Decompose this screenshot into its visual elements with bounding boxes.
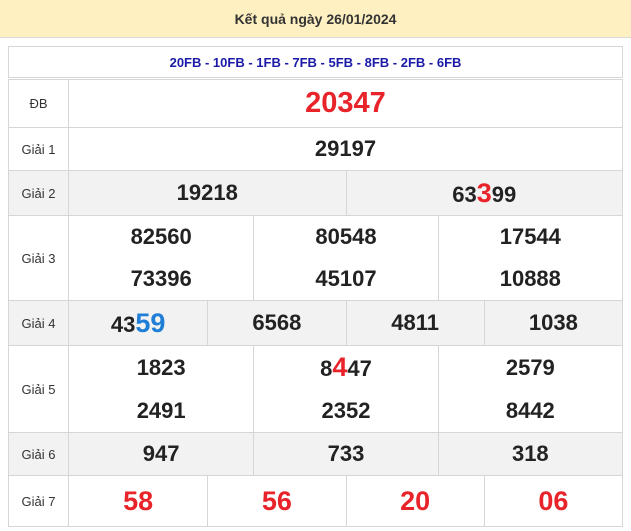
prize-db-cell: 20347 xyxy=(68,79,623,128)
prize-g5-number: 2491 xyxy=(136,397,186,423)
prize-g5-number: 2579 xyxy=(505,354,555,380)
prize-g4-cell-3: 4811 xyxy=(345,301,484,345)
prize-g6-cell-3: 318 xyxy=(437,433,622,475)
prize-label-g3: Giải 3 xyxy=(8,215,69,301)
prize-g7-cell: 58 56 20 06 xyxy=(68,475,623,527)
prize-g5-number: 1823 xyxy=(136,354,186,380)
row-g4: Giải 4 4359 6568 4811 1038 xyxy=(8,300,623,346)
prize-g7-cell-4: 06 xyxy=(483,476,622,526)
prize-g7-cell-1: 58 xyxy=(69,476,207,526)
number-part: 63 xyxy=(452,181,477,207)
row-g1: Giải 1 29197 xyxy=(8,127,623,171)
prize-g5-cell: 1823 8447 2579 2491 2352 8442 xyxy=(68,345,623,433)
number-part: 99 xyxy=(491,181,517,207)
prize-db-number: 20347 xyxy=(305,87,386,119)
prize-g4-cell: 4359 6568 4811 1038 xyxy=(68,300,623,346)
prize-label-g4: Giải 4 xyxy=(8,300,69,346)
lottery-results: Kết quả ngày 26/01/2024 20FB - 10FB - 1F… xyxy=(0,0,631,531)
prize-g5-cell-1: 1823 xyxy=(69,346,253,389)
prize-g2-cell-2: 63399 xyxy=(345,171,623,215)
prize-g3-cell-3: 17544 xyxy=(437,216,622,258)
prize-g5-cell-2: 8447 xyxy=(253,346,437,389)
prize-g6-cell: 947 733 318 xyxy=(68,432,623,476)
prize-g3-number: 80548 xyxy=(315,224,377,249)
prize-g3-cell-2: 80548 xyxy=(253,216,437,258)
prize-g3-number: 73396 xyxy=(130,266,192,291)
prize-label-db: ĐB xyxy=(8,79,69,128)
prize-g7-number: 56 xyxy=(261,485,292,516)
prize-g4-cell-4: 1038 xyxy=(483,301,622,345)
highlighted-digits: 59 xyxy=(135,307,166,338)
prize-g6-cell-2: 733 xyxy=(253,433,437,475)
prize-g7-number: 58 xyxy=(123,485,154,516)
prize-g4-number: 4811 xyxy=(391,310,439,335)
row-g2: Giải 2 19218 63399 xyxy=(8,170,623,216)
prize-g2-number: 63399 xyxy=(452,178,516,209)
prize-g4-cell-2: 6568 xyxy=(207,301,345,345)
prize-g5-cell-6: 8442 xyxy=(437,389,622,432)
prize-g4-number: 6568 xyxy=(252,310,302,335)
prize-g3-number: 45107 xyxy=(315,266,377,291)
prize-g3-cell-1: 82560 xyxy=(69,216,253,258)
prize-g3-number: 17544 xyxy=(499,224,561,249)
prize-g7-number: 20 xyxy=(400,485,431,516)
prize-g3-cell-5: 45107 xyxy=(253,258,437,300)
prize-g6-number: 733 xyxy=(327,441,365,466)
prize-g3-cell-6: 10888 xyxy=(437,258,622,300)
row-g7: Giải 7 58 56 20 06 xyxy=(8,475,623,527)
number-part: 43 xyxy=(110,311,136,337)
row-g5: Giải 5 1823 8447 2579 2491 2352 8442 xyxy=(8,345,623,433)
prize-g2-cell: 19218 63399 xyxy=(68,170,623,216)
number-part: 8 xyxy=(320,356,333,381)
highlighted-digit: 4 xyxy=(332,352,348,382)
prize-g1-cell: 29197 xyxy=(68,127,623,171)
prize-label-g7: Giải 7 xyxy=(8,475,69,527)
prize-g3-cell-4: 73396 xyxy=(69,258,253,300)
prize-g4-cell-1: 4359 xyxy=(69,301,207,345)
prize-g4-number: 4359 xyxy=(111,308,166,339)
prize-g6-number: 318 xyxy=(511,441,549,466)
prize-g3-number: 82560 xyxy=(130,224,192,249)
prize-g2-number: 19218 xyxy=(176,180,238,205)
prize-g1-number: 29197 xyxy=(314,136,377,161)
prize-g5-number: 2352 xyxy=(321,397,371,423)
number-part: 47 xyxy=(347,356,372,381)
prize-label-g2: Giải 2 xyxy=(8,170,69,216)
prize-label-g1: Giải 1 xyxy=(8,127,69,171)
prize-g7-cell-2: 56 xyxy=(207,476,345,526)
prize-g5-cell-4: 2491 xyxy=(69,389,253,432)
prize-g6-number: 947 xyxy=(142,441,180,466)
prize-g5-cell-5: 2352 xyxy=(253,389,437,432)
row-g3: Giải 3 82560 80548 17544 73396 45107 108… xyxy=(8,215,623,301)
prize-label-g5: Giải 5 xyxy=(8,345,69,433)
prize-g3-cell: 82560 80548 17544 73396 45107 10888 xyxy=(68,215,623,301)
prize-g4-number: 1038 xyxy=(528,310,578,335)
prize-g5-number: 8442 xyxy=(505,397,555,423)
prize-g7-number: 06 xyxy=(538,485,569,516)
prize-g5-number: 8447 xyxy=(320,352,372,383)
highlighted-digit: 3 xyxy=(476,177,492,208)
row-g6: Giải 6 947 733 318 xyxy=(8,432,623,476)
prize-g5-cell-3: 2579 xyxy=(437,346,622,389)
prize-g6-cell-1: 947 xyxy=(69,433,253,475)
row-db: ĐB 20347 xyxy=(8,79,623,128)
special-codes: 20FB - 10FB - 1FB - 7FB - 5FB - 8FB - 2F… xyxy=(8,46,623,78)
prize-g7-cell-3: 20 xyxy=(345,476,484,526)
prize-g3-number: 10888 xyxy=(499,266,561,291)
prize-label-g6: Giải 6 xyxy=(8,432,69,476)
prize-g2-cell-1: 19218 xyxy=(69,171,346,215)
results-table: ĐB 20347 Giải 1 29197 Giải 2 19218 63399… xyxy=(8,79,623,527)
results-date-header: Kết quả ngày 26/01/2024 xyxy=(0,0,631,38)
